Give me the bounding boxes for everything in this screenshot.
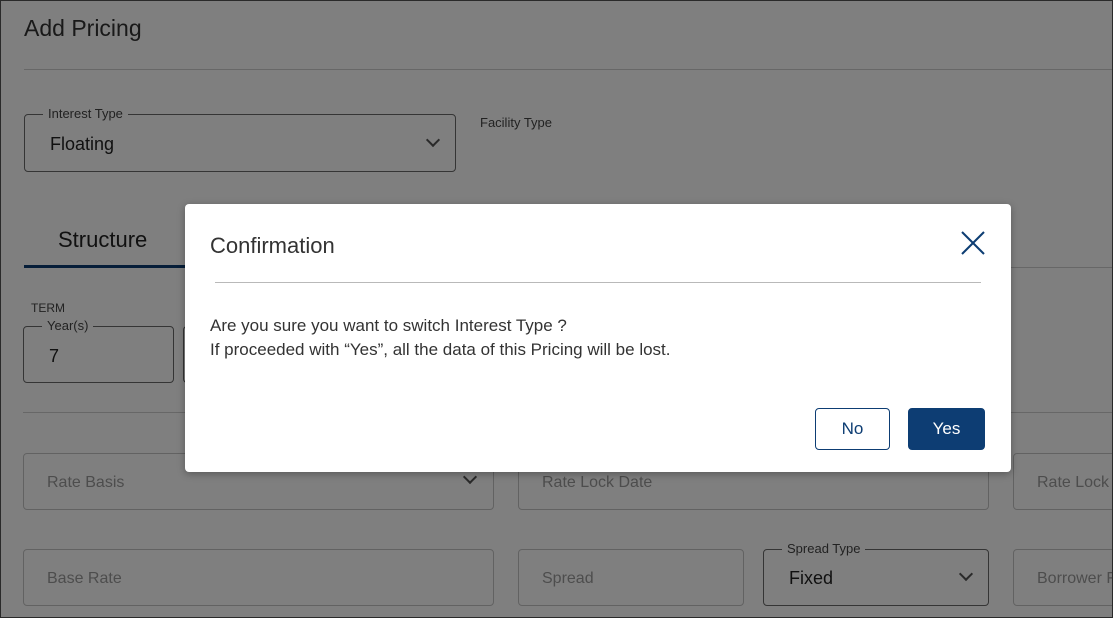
dialog-message-line1: Are you sure you want to switch Interest…	[210, 316, 567, 335]
confirmation-dialog: Confirmation Are you sure you want to sw…	[185, 204, 1011, 472]
close-icon[interactable]	[957, 227, 989, 259]
no-button[interactable]: No	[815, 408, 890, 450]
dialog-title: Confirmation	[210, 233, 335, 258]
dialog-divider	[215, 282, 981, 283]
yes-button[interactable]: Yes	[908, 408, 985, 450]
dialog-message-line2: If proceeded with “Yes”, all the data of…	[210, 340, 671, 359]
